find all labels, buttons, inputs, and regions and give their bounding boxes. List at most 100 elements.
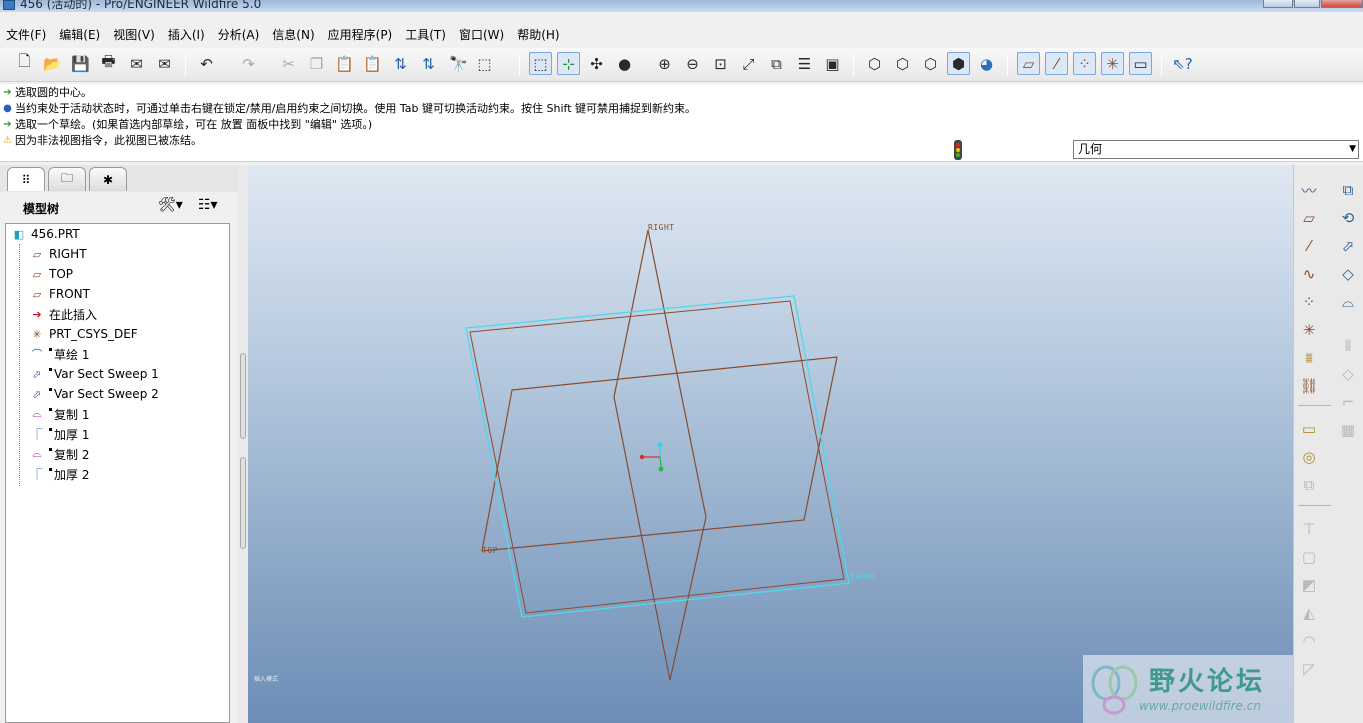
hidden-line-icon[interactable]: ⬡ — [891, 52, 914, 75]
tab-favorites[interactable]: ✱ — [89, 167, 127, 191]
spin-center-icon[interactable]: ⊹ — [557, 52, 580, 75]
tree-item-top[interactable]: ▱ TOP — [28, 264, 73, 284]
blend-icon[interactable]: ◇ — [1336, 262, 1360, 286]
cut-icon[interactable]: ✂ — [277, 52, 300, 75]
wireframe-icon[interactable]: ⬡ — [863, 52, 886, 75]
tree-item-copy-1[interactable]: ⌓ 复制 1 — [28, 404, 90, 424]
context-help-icon[interactable]: ⇖? — [1171, 52, 1194, 75]
point-tool-icon[interactable]: ⁘ — [1297, 290, 1321, 314]
tree-show-icon[interactable]: ☷▾ — [198, 197, 218, 213]
reorient-icon[interactable]: ⤢ — [737, 52, 760, 75]
menu-view[interactable]: 视图(V) — [113, 26, 162, 43]
chamfer-icon[interactable]: ◸ — [1297, 657, 1321, 681]
tree-settings-icon[interactable]: 🛠▾ — [158, 197, 183, 213]
tree-item-right[interactable]: ▱ RIGHT — [28, 244, 87, 264]
menu-analysis[interactable]: 分析(A) — [218, 26, 267, 43]
tree-item-thicken-1[interactable]: ⎾ 加厚 1 — [28, 424, 90, 444]
intent-icon[interactable]: ⧉ — [1297, 473, 1321, 497]
tab-folder-browser[interactable]: 🗀 — [48, 167, 86, 191]
datum-planes-icon[interactable]: ▱ — [1017, 52, 1040, 75]
new-file-icon[interactable]: 🗋 — [13, 52, 36, 75]
no-hidden-icon[interactable]: ⬡ — [919, 52, 942, 75]
menu-applications[interactable]: 应用程序(P) — [328, 26, 400, 43]
select-box-icon[interactable]: ⬚ — [473, 52, 496, 75]
boundary-blend-icon[interactable]: ⌓ — [1336, 290, 1360, 314]
datum-axes-icon[interactable]: ⁄ — [1045, 52, 1068, 75]
tree-item-insert-here[interactable]: ➔ 在此插入 — [28, 304, 97, 324]
repaint-icon[interactable]: ⬚ — [529, 52, 552, 75]
menu-insert[interactable]: 插入(I) — [168, 26, 212, 43]
variable-sweep-icon[interactable]: ⬀ — [1336, 234, 1360, 258]
saved-views-icon[interactable]: ⧉ — [765, 52, 788, 75]
regen-manager-icon[interactable]: ⇅ — [417, 52, 440, 75]
annotations-icon[interactable]: ▭ — [1129, 52, 1152, 75]
annotation-tool-icon[interactable]: ▭ — [1297, 417, 1321, 441]
paste-special-icon[interactable]: 📋 — [361, 52, 384, 75]
tree-item-var-sect-sweep-2[interactable]: ⬀ Var Sect Sweep 2 — [28, 384, 158, 404]
send-mail-icon[interactable]: ✉ — [125, 52, 148, 75]
paste-icon[interactable]: 📋 — [333, 52, 356, 75]
coord-systems-icon[interactable]: ✳ — [1101, 52, 1124, 75]
select-tool-icon[interactable]: ◎ — [1297, 445, 1321, 469]
minimize-button[interactable] — [1263, 0, 1293, 8]
draft-icon[interactable]: ◭ — [1297, 601, 1321, 625]
csys-tool-icon[interactable]: ✳ — [1297, 318, 1321, 342]
tree-item-sketch[interactable]: ⌒ 草绘 1 — [28, 344, 90, 364]
tree-item-var-sect-sweep-1[interactable]: ⬀ Var Sect Sweep 1 — [28, 364, 158, 384]
sketch-tool-icon[interactable]: 〰 — [1297, 178, 1321, 202]
tree-item-csys[interactable]: ✳ PRT_CSYS_DEF — [28, 324, 137, 344]
maximize-button[interactable] — [1294, 0, 1320, 8]
menu-file[interactable]: 文件(F) — [6, 26, 53, 43]
find-icon[interactable]: 🔭 — [447, 52, 470, 75]
splitter-handle[interactable] — [240, 353, 246, 439]
menu-tools[interactable]: 工具(T) — [405, 26, 453, 43]
shading-icon[interactable]: ⬢ — [947, 52, 970, 75]
hole-icon[interactable]: ⊤ — [1297, 517, 1321, 541]
tree-item-copy-2[interactable]: ⌓ 复制 2 — [28, 444, 90, 464]
pattern-icon[interactable]: ▦ — [1336, 418, 1360, 442]
curve-tool-icon[interactable]: ∿ — [1297, 262, 1321, 286]
send-mail-attach-icon[interactable]: ✉ — [153, 52, 176, 75]
axis-tool-icon[interactable]: ⁄ — [1297, 234, 1321, 258]
menu-info[interactable]: 信息(N) — [272, 26, 321, 43]
analysis-tool-icon[interactable]: ⩩ — [1297, 346, 1321, 370]
insert-udf-icon[interactable]: ⛓ — [1297, 374, 1321, 398]
redo-icon[interactable]: ↷ — [237, 52, 260, 75]
revolve-icon[interactable]: ⟲ — [1336, 206, 1360, 230]
merge-icon[interactable]: ◇ — [1336, 362, 1360, 386]
enhanced-realism-icon[interactable]: ◕ — [975, 52, 998, 75]
view-manager-icon[interactable]: ▣ — [821, 52, 844, 75]
tree-item-part[interactable]: ◧ 456.PRT — [10, 224, 80, 244]
layers-icon[interactable]: ☰ — [793, 52, 816, 75]
graphics-window[interactable]: RIGHT TOP FRONT 插入模式 野火论坛 www.proewildfi… — [248, 165, 1293, 723]
close-button[interactable] — [1321, 0, 1363, 8]
copy-icon[interactable]: ❐ — [305, 52, 328, 75]
save-icon[interactable]: 💾 — [69, 52, 92, 75]
refit-icon[interactable]: ⊡ — [709, 52, 732, 75]
tab-model-tree[interactable]: ⠿ — [7, 167, 45, 191]
round-icon[interactable]: ◠ — [1297, 629, 1321, 653]
selection-filter-dropdown[interactable]: 几何 ▼ — [1073, 140, 1359, 159]
trim-icon[interactable]: ⌐ — [1336, 390, 1360, 414]
zoom-in-icon[interactable]: ⊕ — [653, 52, 676, 75]
navigator-splitter[interactable] — [238, 165, 248, 723]
undo-icon[interactable]: ↶ — [195, 52, 218, 75]
plane-tool-icon[interactable]: ▱ — [1297, 206, 1321, 230]
tree-item-thicken-2[interactable]: ⎾ 加厚 2 — [28, 464, 90, 484]
orient-mode-icon[interactable]: ✣ — [585, 52, 608, 75]
splitter-handle[interactable] — [240, 457, 246, 549]
print-icon[interactable]: 🖶 — [97, 52, 120, 75]
menu-window[interactable]: 窗口(W) — [459, 26, 511, 43]
menu-help[interactable]: 帮助(H) — [517, 26, 566, 43]
menu-edit[interactable]: 编辑(E) — [59, 26, 107, 43]
datum-points-icon[interactable]: ⁘ — [1073, 52, 1096, 75]
rib-icon[interactable]: ◩ — [1297, 573, 1321, 597]
tree-item-front[interactable]: ▱ FRONT — [28, 284, 90, 304]
shell-icon[interactable]: ▢ — [1297, 545, 1321, 569]
open-file-icon[interactable]: 📂 — [41, 52, 64, 75]
appearance-ball-icon[interactable]: ● — [613, 52, 636, 75]
mirror-icon[interactable]: ⫴ — [1336, 334, 1360, 358]
zoom-out-icon[interactable]: ⊖ — [681, 52, 704, 75]
regenerate-icon[interactable]: ⇅ — [389, 52, 412, 75]
extrude-icon[interactable]: ⧉ — [1336, 178, 1360, 202]
